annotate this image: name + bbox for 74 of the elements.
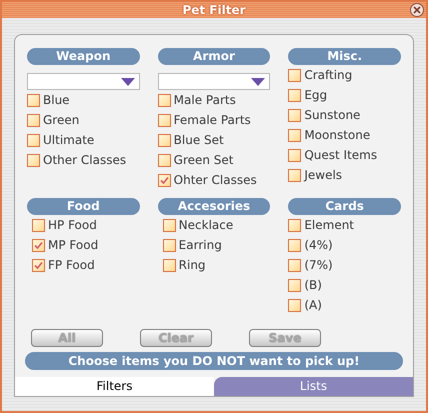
checkbox[interactable]	[158, 154, 171, 166]
checkbox-label: HP Food	[48, 217, 97, 234]
checkbox-label: MP Food	[48, 237, 98, 254]
dropdown[interactable]	[158, 73, 270, 90]
checkbox-label: Green Set	[174, 152, 234, 169]
tab[interactable]: Filters	[15, 377, 214, 396]
checkbox[interactable]	[288, 148, 302, 162]
checkbox[interactable]	[288, 68, 302, 82]
checkbox[interactable]	[32, 258, 45, 272]
checkbox[interactable]	[288, 278, 302, 292]
checkbox-label: Egg	[304, 87, 328, 104]
checkbox[interactable]	[288, 238, 302, 252]
section-header: Accesories	[158, 198, 270, 215]
close-icon	[413, 6, 421, 14]
checkbox-label: Blue	[43, 92, 70, 109]
checkbox[interactable]	[32, 218, 45, 232]
dropdown-arrow-icon	[120, 78, 135, 86]
checkbox-label: Female Parts	[174, 112, 251, 129]
checkbox[interactable]	[288, 108, 302, 122]
checkbox-label: Moonstone	[304, 127, 370, 144]
tab[interactable]: Lists	[214, 377, 413, 396]
checkbox[interactable]	[162, 258, 176, 272]
checkbox[interactable]	[158, 174, 171, 186]
checkbox[interactable]	[27, 114, 40, 126]
checkbox[interactable]	[162, 238, 176, 252]
action-button[interactable]: All	[31, 329, 103, 347]
checkbox-label: Ring	[178, 257, 206, 274]
check-icon	[34, 260, 43, 270]
checkbox-label: Crafting	[304, 67, 352, 84]
checkbox[interactable]	[27, 154, 40, 166]
check-icon	[160, 176, 169, 184]
action-button[interactable]: Clear	[140, 329, 212, 347]
close-button[interactable]	[410, 3, 424, 17]
section-header: Food	[27, 198, 140, 215]
checkbox-label: (A)	[304, 297, 322, 314]
section-header: Misc.	[288, 48, 401, 65]
checkbox[interactable]	[288, 88, 302, 102]
checkbox-label: (7%)	[304, 257, 333, 274]
checkbox[interactable]	[158, 134, 171, 146]
checkbox-label: (B)	[304, 277, 322, 294]
checkbox-label: Ultimate	[43, 132, 94, 149]
instruction-banner: Choose items you DO NOT want to pick up!	[25, 352, 403, 370]
checkbox[interactable]	[158, 94, 171, 106]
checkbox-label: Male Parts	[174, 92, 236, 109]
checkbox-label: Sunstone	[304, 107, 360, 124]
dropdown[interactable]	[27, 73, 140, 90]
window-title: Pet Filter	[182, 2, 246, 19]
checkbox-label: Other Classes	[43, 152, 126, 169]
checkbox[interactable]	[27, 134, 40, 146]
checkbox-label: FP Food	[48, 257, 95, 274]
checkbox-label: Earring	[178, 237, 222, 254]
checkbox[interactable]	[288, 168, 302, 182]
checkbox-label: Jewels	[304, 167, 342, 184]
checkbox[interactable]	[158, 114, 171, 126]
action-button[interactable]: Save	[249, 329, 321, 347]
checkbox[interactable]	[288, 128, 302, 142]
checkbox[interactable]	[288, 218, 302, 232]
section-header: Cards	[288, 198, 401, 215]
dropdown-arrow-icon	[251, 78, 266, 86]
checkbox-label: Necklace	[178, 217, 234, 234]
checkbox[interactable]	[27, 94, 40, 106]
checkbox[interactable]	[32, 238, 45, 252]
checkbox-label: Ohter Classes	[174, 172, 257, 189]
checkbox[interactable]	[288, 298, 302, 312]
checkbox-label: Green	[43, 112, 80, 129]
checkbox[interactable]	[162, 218, 176, 232]
checkbox-label: Element	[304, 217, 354, 234]
checkbox-label: Blue Set	[174, 132, 224, 149]
checkbox[interactable]	[288, 258, 302, 272]
checkbox-label: (4%)	[304, 237, 333, 254]
check-icon	[34, 240, 43, 250]
section-header: Armor	[158, 48, 270, 65]
checkbox-label: Quest Items	[304, 147, 378, 164]
section-header: Weapon	[27, 48, 140, 65]
